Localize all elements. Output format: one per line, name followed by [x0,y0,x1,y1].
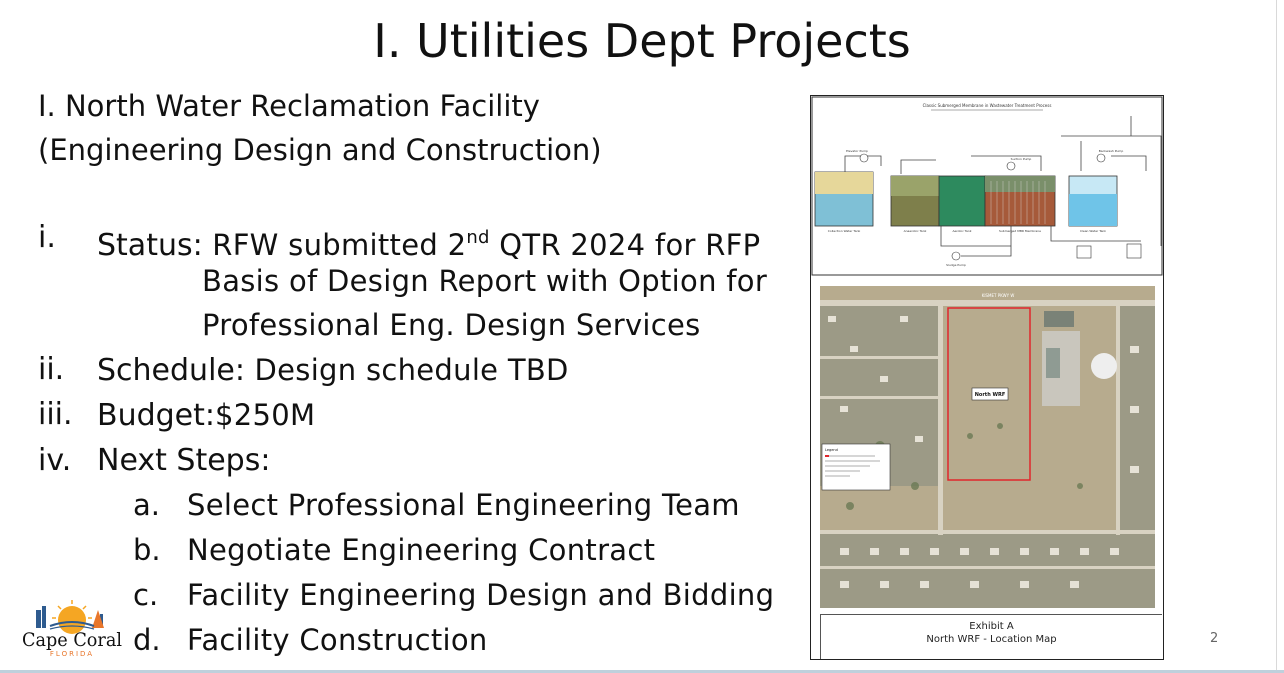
exhibit-caption: Exhibit A North WRF - Location Map [820,614,1162,659]
item-label-next-steps: Next Steps: [97,443,271,478]
project-heading-line-2: (Engineering Design and Construction) [38,133,602,167]
logo-subtitle: FLORIDA [50,650,94,658]
pump-label: Suction Pump [1011,157,1032,161]
item-value-schedule: Design schedule TBD [254,353,569,387]
item-next-steps: Next Steps: [97,439,270,483]
map-legend-title: Legend [825,448,838,452]
item-number-next-steps: iv. [38,443,72,478]
tank-label: Clean Water Tank [1080,229,1106,233]
step-text: Negotiate Engineering Contract [187,533,656,567]
slide-title: I. Utilities Dept Projects [373,14,911,68]
tank-label: Anaerobic Tank [904,229,927,233]
caption-line-2: North WRF - Location Map [926,634,1057,645]
status-continuation-1: Basis of Design Report with Option for [202,264,768,298]
item-label-schedule: Schedule: [97,353,245,388]
map-site-label: North WRF [975,392,1006,398]
project-heading: I. North Water Reclamation Facility (Eng… [38,84,602,172]
logo-wordmark: Cape Coral [22,629,122,651]
item-value-budget: $250M [215,398,316,432]
location-map: KISMET PKWY W North WRF Legend [820,286,1155,608]
item-label-status: Status: [97,228,203,263]
status-value-part-2: QTR 2024 for RFP [489,228,761,262]
item-value-status: RFW submitted 2nd QTR 2024 for RFP [212,227,761,262]
exhibit-figure: Classic Submerged Membrane in Wastewater… [810,95,1164,660]
item-number-schedule: ii. [38,352,65,387]
page-number: 2 [1210,631,1219,646]
pump-label: Sludge Pump [946,263,966,267]
status-continuation-2: Professional Eng. Design Services [202,308,701,342]
step-letter: a. [133,488,160,522]
tank-label: Collection Water Tank [828,229,861,233]
step-text: Facility Engineering Design and Bidding [187,578,775,612]
item-schedule: Schedule: Design schedule TBD [97,348,569,393]
tank-label: Aerobic Tank [952,229,971,233]
item-label-budget: Budget: [97,398,216,433]
item-budget: Budget:$250M [97,393,315,438]
diagram-title: Classic Submerged Membrane in Wastewater… [923,103,1052,108]
slide: I. Utilities Dept Projects I. North Wate… [0,0,1284,673]
status-superscript: nd [466,227,490,248]
step-letter: b. [133,533,161,567]
pump-label: Elevator Pump [846,149,868,153]
tank-label: Submerged MBR Membrane [999,229,1041,233]
item-number-status: i. [38,220,56,255]
step-text: Select Professional Engineering Team [187,488,740,522]
caption-line-1: Exhibit A [969,621,1014,632]
item-number-budget: iii. [38,397,73,432]
status-value-part-1: RFW submitted 2 [212,228,467,262]
map-street-label: KISMET PKWY W [982,293,1015,298]
step-letter: c. [133,578,159,612]
cape-coral-logo: Cape Coral FLORIDA [22,600,122,658]
slide-edge [1276,0,1277,673]
project-heading-line-1: I. North Water Reclamation Facility [38,89,540,123]
process-diagram: Classic Submerged Membrane in Wastewater… [811,96,1163,276]
pump-label: Backwash Pump [1099,149,1124,153]
step-letter: d. [133,623,161,657]
step-text: Facility Construction [187,623,488,657]
